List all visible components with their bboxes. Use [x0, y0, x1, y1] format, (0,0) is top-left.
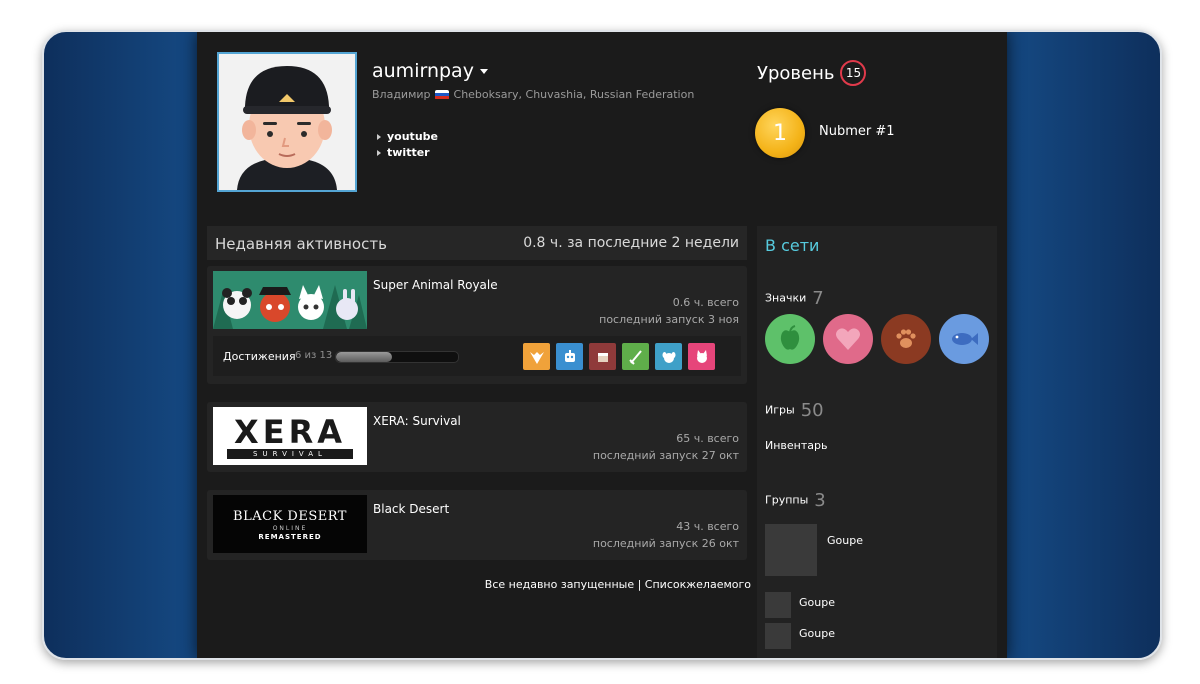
username[interactable]: aumirnpay: [372, 60, 488, 82]
profile-sidebar: В сети Значки 7 Игры 50 Инвентарь Группы…: [757, 226, 997, 658]
black-desert-logo-remastered: REMASTERED: [258, 533, 322, 541]
group-avatar[interactable]: [765, 623, 791, 649]
badges-link[interactable]: Значки 7: [765, 288, 824, 309]
groups-label: Группы: [765, 493, 809, 507]
groups-count: 3: [814, 490, 826, 511]
group-name[interactable]: Goupe: [827, 534, 863, 547]
profile-links: youtube twitter: [377, 130, 438, 162]
xera-logo-subtitle: SURVIVAL: [227, 449, 353, 459]
game-name[interactable]: Black Desert: [373, 502, 449, 516]
recent-games-links[interactable]: Все недавно запущенные | Списокжелаемого: [485, 578, 751, 591]
inventory-link[interactable]: Инвентарь: [765, 439, 827, 452]
game-thumbnail[interactable]: BLACK DESERT ONLINE REMASTERED: [213, 495, 367, 553]
super-animal-royale-art: [213, 271, 367, 329]
flag-icon: [434, 89, 449, 100]
link-twitter[interactable]: twitter: [377, 146, 438, 159]
game-card-xera-survival: XERA SURVIVAL XERA: Survival 65 ч. всего…: [207, 402, 747, 472]
game-thumbnail[interactable]: XERA SURVIVAL: [213, 407, 367, 465]
game-name[interactable]: Super Animal Royale: [373, 278, 498, 292]
achievement-box-icon[interactable]: [589, 343, 616, 370]
real-name: Владимир: [372, 88, 431, 101]
achievements-progress: [335, 351, 459, 363]
activity-hours: 0.8 ч. за последние 2 недели: [523, 235, 739, 251]
games-label: Игры: [765, 403, 795, 417]
games-link[interactable]: Игры 50: [765, 400, 824, 421]
game-hours: 0.6 ч. всего: [672, 296, 739, 309]
online-status: В сети: [765, 236, 820, 255]
level-number: 15: [840, 60, 867, 86]
triangle-icon: [377, 133, 381, 140]
black-desert-logo-online: ONLINE: [272, 525, 308, 532]
achievement-dog-icon[interactable]: [655, 343, 682, 370]
location: Cheboksary, Chuvashia, Russian Federatio…: [453, 88, 695, 101]
featured-badge-label: Nubmer #1: [819, 124, 895, 139]
game-last-played: последний запуск 26 окт: [592, 537, 739, 550]
game-last-played: последний запуск 3 ноя: [599, 313, 739, 326]
fish-icon[interactable]: [939, 314, 989, 364]
games-count: 50: [800, 400, 824, 421]
avatar[interactable]: [217, 52, 357, 192]
group-avatar[interactable]: [765, 592, 791, 618]
activity-header: Недавняя активность 0.8 ч. за последние …: [207, 226, 747, 260]
game-name[interactable]: XERA: Survival: [373, 414, 461, 428]
window-frame: aumirnpay Владимир Cheboksary, Chuvashia…: [42, 30, 1162, 660]
username-text: aumirnpay: [372, 60, 474, 82]
group-avatar[interactable]: [765, 524, 817, 576]
groups-link[interactable]: Группы 3: [765, 490, 826, 511]
achievements-label: Достижения: [223, 350, 296, 363]
black-desert-logo-text: BLACK DESERT: [233, 509, 347, 524]
xera-logo-text: XERA: [234, 413, 346, 451]
game-card-black-desert: BLACK DESERT ONLINE REMASTERED Black Des…: [207, 490, 747, 560]
link-youtube[interactable]: youtube: [377, 130, 438, 143]
achievement-sword-icon[interactable]: [622, 343, 649, 370]
badges-label: Значки: [765, 291, 807, 305]
level-display: Уровень 15: [757, 60, 867, 86]
game-last-played: последний запуск 27 окт: [592, 449, 739, 462]
game-hours: 43 ч. всего: [676, 520, 739, 533]
activity-title: Недавняя активность: [215, 235, 387, 253]
game-card-super-animal-royale: Super Animal Royale 0.6 ч. всего последн…: [207, 266, 747, 384]
apple-icon[interactable]: [765, 314, 815, 364]
profile-panel: aumirnpay Владимир Cheboksary, Chuvashia…: [197, 32, 1007, 658]
triangle-icon: [377, 149, 381, 156]
achievement-icons: [523, 343, 715, 370]
avatar-illustration: [219, 54, 355, 190]
achievement-robot-icon[interactable]: [556, 343, 583, 370]
chevron-down-icon[interactable]: [479, 69, 488, 74]
achievements-bar[interactable]: Достижения 6 из 13: [213, 336, 741, 376]
heart-icon[interactable]: [823, 314, 873, 364]
achievements-count: 6 из 13: [295, 350, 333, 361]
profile-info: Владимир Cheboksary, Chuvashia, Russian …: [372, 88, 694, 101]
paw-icon[interactable]: [881, 314, 931, 364]
badge-list: [765, 314, 989, 364]
featured-badge-icon[interactable]: 1: [755, 108, 805, 158]
achievement-fox-icon[interactable]: [523, 343, 550, 370]
badges-count: 7: [812, 288, 824, 309]
game-hours: 65 ч. всего: [676, 432, 739, 445]
group-name[interactable]: Goupe: [799, 627, 835, 640]
level-label: Уровень: [757, 62, 835, 84]
achievements-progress-fill: [336, 352, 393, 362]
achievement-cat-icon[interactable]: [688, 343, 715, 370]
group-name[interactable]: Goupe: [799, 596, 835, 609]
game-thumbnail[interactable]: [213, 271, 367, 329]
